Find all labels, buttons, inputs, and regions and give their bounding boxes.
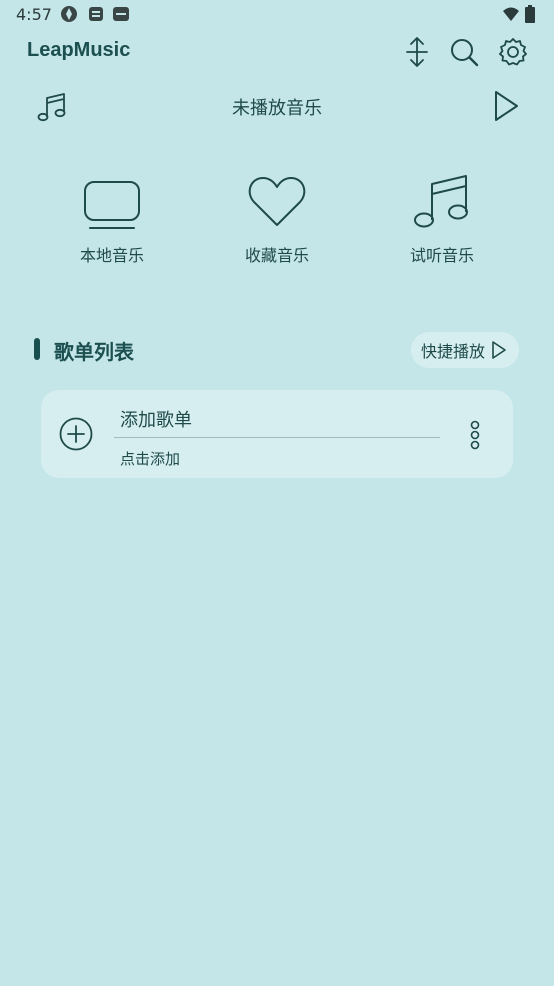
monitor-icon — [84, 181, 140, 229]
local-music-label: 本地音乐 — [79, 246, 144, 265]
app-icon — [61, 6, 77, 22]
app-icon — [89, 7, 103, 21]
search-button[interactable] — [448, 36, 480, 68]
quick-play-button[interactable]: 快捷播放 — [411, 332, 519, 368]
settings-button[interactable] — [497, 36, 529, 68]
trial-music-label: 试听音乐 — [409, 246, 474, 265]
divider — [114, 437, 440, 438]
favorite-music-label: 收藏音乐 — [244, 246, 309, 265]
playlist-subtitle: 点击添加 — [120, 450, 181, 468]
gear-icon — [499, 38, 527, 66]
play-icon — [492, 341, 506, 359]
favorite-music-button[interactable]: 收藏音乐 — [217, 170, 337, 280]
quick-play-label: 快捷播放 — [421, 342, 486, 361]
section-indicator — [34, 338, 40, 360]
search-icon — [451, 39, 479, 67]
local-music-button[interactable]: 本地音乐 — [52, 170, 172, 280]
sort-icon — [406, 37, 428, 67]
status-bar: 4:57 — [0, 0, 554, 30]
music-note-icon — [414, 175, 468, 228]
battery-icon — [525, 5, 535, 23]
more-vertical-icon[interactable] — [465, 420, 485, 450]
playlist-title: 添加歌单 — [120, 410, 192, 431]
now-playing-title[interactable]: 未播放音乐 — [0, 94, 554, 120]
heart-icon — [248, 177, 306, 226]
app-title: LeapMusic — [27, 39, 131, 61]
list-item[interactable]: 添加歌单 点击添加 — [41, 390, 513, 478]
add-icon[interactable] — [59, 417, 93, 451]
sort-button[interactable] — [401, 36, 433, 68]
status-time: 4:57 — [16, 5, 52, 24]
section-title: 歌单列表 — [54, 340, 134, 364]
wifi-icon — [503, 7, 519, 21]
play-icon[interactable] — [490, 88, 522, 124]
app-icon — [113, 7, 129, 21]
trial-music-button[interactable]: 试听音乐 — [382, 170, 502, 280]
